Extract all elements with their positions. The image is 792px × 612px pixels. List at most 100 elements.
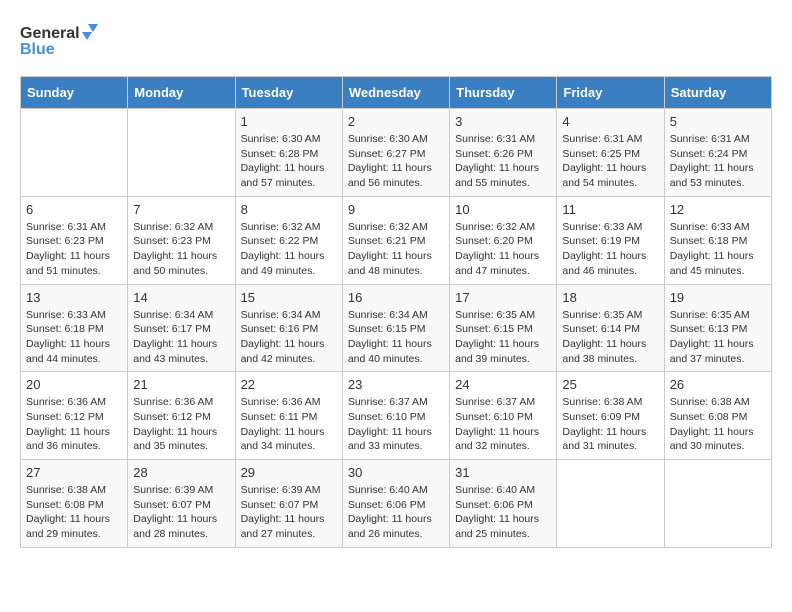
header-thursday: Thursday — [450, 77, 557, 109]
day-info: Sunrise: 6:38 AMSunset: 6:09 PMDaylight:… — [562, 395, 658, 454]
day-number: 19 — [670, 290, 766, 305]
day-info: Sunrise: 6:31 AMSunset: 6:26 PMDaylight:… — [455, 132, 551, 191]
calendar-cell: 9 Sunrise: 6:32 AMSunset: 6:21 PMDaylight… — [342, 196, 449, 284]
day-number: 9 — [348, 202, 444, 217]
calendar-cell: 30 Sunrise: 6:40 AMSunset: 6:06 PMDayligh… — [342, 460, 449, 548]
calendar-cell: 23 Sunrise: 6:37 AMSunset: 6:10 PMDayligh… — [342, 372, 449, 460]
header-friday: Friday — [557, 77, 664, 109]
calendar-cell: 10 Sunrise: 6:32 AMSunset: 6:20 PMDayligh… — [450, 196, 557, 284]
day-info: Sunrise: 6:37 AMSunset: 6:10 PMDaylight:… — [455, 395, 551, 454]
logo-svg: GeneralBlue — [20, 20, 100, 60]
day-info: Sunrise: 6:36 AMSunset: 6:12 PMDaylight:… — [26, 395, 122, 454]
header-wednesday: Wednesday — [342, 77, 449, 109]
day-number: 30 — [348, 465, 444, 480]
calendar-cell: 2 Sunrise: 6:30 AMSunset: 6:27 PMDaylight… — [342, 109, 449, 197]
header-sunday: Sunday — [21, 77, 128, 109]
calendar-cell: 29 Sunrise: 6:39 AMSunset: 6:07 PMDayligh… — [235, 460, 342, 548]
calendar-cell: 5Sunrise: 6:31 AMSunset: 6:24 PMDaylight… — [664, 109, 771, 197]
day-number: 6 — [26, 202, 122, 217]
day-info: Sunrise: 6:32 AMSunset: 6:20 PMDaylight:… — [455, 220, 551, 279]
week-row-0: 1Sunrise: 6:30 AMSunset: 6:28 PMDaylight… — [21, 109, 772, 197]
day-info: Sunrise: 6:30 AMSunset: 6:27 PMDaylight:… — [348, 132, 444, 191]
calendar-cell: 27Sunrise: 6:38 AMSunset: 6:08 PMDayligh… — [21, 460, 128, 548]
day-number: 7 — [133, 202, 229, 217]
day-info: Sunrise: 6:33 AMSunset: 6:18 PMDaylight:… — [670, 220, 766, 279]
day-info: Sunrise: 6:39 AMSunset: 6:07 PMDaylight:… — [241, 483, 337, 542]
day-number: 15 — [241, 290, 337, 305]
calendar-cell: 12 Sunrise: 6:33 AMSunset: 6:18 PMDayligh… — [664, 196, 771, 284]
day-info: Sunrise: 6:32 AMSunset: 6:22 PMDaylight:… — [241, 220, 337, 279]
calendar-cell — [128, 109, 235, 197]
day-info: Sunrise: 6:36 AMSunset: 6:12 PMDaylight:… — [133, 395, 229, 454]
calendar-cell: 25 Sunrise: 6:38 AMSunset: 6:09 PMDayligh… — [557, 372, 664, 460]
day-number: 23 — [348, 377, 444, 392]
day-number: 31 — [455, 465, 551, 480]
day-info: Sunrise: 6:32 AMSunset: 6:21 PMDaylight:… — [348, 220, 444, 279]
day-number: 14 — [133, 290, 229, 305]
day-number: 17 — [455, 290, 551, 305]
day-number: 10 — [455, 202, 551, 217]
calendar-cell: 20 Sunrise: 6:36 AMSunset: 6:12 PMDayligh… — [21, 372, 128, 460]
week-row-3: 20 Sunrise: 6:36 AMSunset: 6:12 PMDayligh… — [21, 372, 772, 460]
calendar-cell: 13 Sunrise: 6:33 AMSunset: 6:18 PMDayligh… — [21, 284, 128, 372]
calendar-cell: 11Sunrise: 6:33 AMSunset: 6:19 PMDayligh… — [557, 196, 664, 284]
day-number: 2 — [348, 114, 444, 129]
logo: GeneralBlue — [20, 20, 100, 60]
calendar-cell: 15 Sunrise: 6:34 AMSunset: 6:16 PMDayligh… — [235, 284, 342, 372]
day-info: Sunrise: 6:33 AMSunset: 6:18 PMDaylight:… — [26, 308, 122, 367]
svg-text:Blue: Blue — [20, 41, 55, 58]
day-number: 29 — [241, 465, 337, 480]
day-info: Sunrise: 6:35 AMSunset: 6:14 PMDaylight:… — [562, 308, 658, 367]
day-number: 18 — [562, 290, 658, 305]
day-info: Sunrise: 6:31 AMSunset: 6:25 PMDaylight:… — [562, 132, 658, 191]
day-info: Sunrise: 6:32 AMSunset: 6:23 PMDaylight:… — [133, 220, 229, 279]
day-number: 24 — [455, 377, 551, 392]
day-info: Sunrise: 6:40 AMSunset: 6:06 PMDaylight:… — [348, 483, 444, 542]
calendar-cell: 26 Sunrise: 6:38 AMSunset: 6:08 PMDayligh… — [664, 372, 771, 460]
header-monday: Monday — [128, 77, 235, 109]
day-number: 27 — [26, 465, 122, 480]
day-number: 26 — [670, 377, 766, 392]
day-number: 8 — [241, 202, 337, 217]
day-info: Sunrise: 6:35 AMSunset: 6:13 PMDaylight:… — [670, 308, 766, 367]
calendar-cell — [557, 460, 664, 548]
day-info: Sunrise: 6:31 AMSunset: 6:23 PMDaylight:… — [26, 220, 122, 279]
calendar-cell: 17 Sunrise: 6:35 AMSunset: 6:15 PMDayligh… — [450, 284, 557, 372]
calendar-table: SundayMondayTuesdayWednesdayThursdayFrid… — [20, 76, 772, 548]
day-number: 25 — [562, 377, 658, 392]
day-info: Sunrise: 6:34 AMSunset: 6:16 PMDaylight:… — [241, 308, 337, 367]
day-info: Sunrise: 6:39 AMSunset: 6:07 PMDaylight:… — [133, 483, 229, 542]
calendar-cell: 21 Sunrise: 6:36 AMSunset: 6:12 PMDayligh… — [128, 372, 235, 460]
week-row-4: 27Sunrise: 6:38 AMSunset: 6:08 PMDayligh… — [21, 460, 772, 548]
day-info: Sunrise: 6:34 AMSunset: 6:17 PMDaylight:… — [133, 308, 229, 367]
header-tuesday: Tuesday — [235, 77, 342, 109]
calendar-cell — [21, 109, 128, 197]
calendar-cell: 16Sunrise: 6:34 AMSunset: 6:15 PMDayligh… — [342, 284, 449, 372]
day-number: 4 — [562, 114, 658, 129]
day-info: Sunrise: 6:37 AMSunset: 6:10 PMDaylight:… — [348, 395, 444, 454]
calendar-cell: 24 Sunrise: 6:37 AMSunset: 6:10 PMDayligh… — [450, 372, 557, 460]
day-number: 16 — [348, 290, 444, 305]
day-number: 22 — [241, 377, 337, 392]
week-row-2: 13 Sunrise: 6:33 AMSunset: 6:18 PMDayligh… — [21, 284, 772, 372]
calendar-cell: 19 Sunrise: 6:35 AMSunset: 6:13 PMDayligh… — [664, 284, 771, 372]
header-saturday: Saturday — [664, 77, 771, 109]
day-number: 12 — [670, 202, 766, 217]
calendar-cell: 3Sunrise: 6:31 AMSunset: 6:26 PMDaylight… — [450, 109, 557, 197]
calendar-cell — [664, 460, 771, 548]
day-info: Sunrise: 6:40 AMSunset: 6:06 PMDaylight:… — [455, 483, 551, 542]
day-info: Sunrise: 6:30 AMSunset: 6:28 PMDaylight:… — [241, 132, 337, 191]
page-header: GeneralBlue — [20, 20, 772, 60]
day-info: Sunrise: 6:38 AMSunset: 6:08 PMDaylight:… — [670, 395, 766, 454]
day-number: 28 — [133, 465, 229, 480]
calendar-cell: 4 Sunrise: 6:31 AMSunset: 6:25 PMDaylight… — [557, 109, 664, 197]
calendar-cell: 1Sunrise: 6:30 AMSunset: 6:28 PMDaylight… — [235, 109, 342, 197]
week-row-1: 6 Sunrise: 6:31 AMSunset: 6:23 PMDaylight… — [21, 196, 772, 284]
day-number: 21 — [133, 377, 229, 392]
svg-text:General: General — [20, 25, 80, 42]
day-number: 13 — [26, 290, 122, 305]
calendar-cell: 28 Sunrise: 6:39 AMSunset: 6:07 PMDayligh… — [128, 460, 235, 548]
day-info: Sunrise: 6:35 AMSunset: 6:15 PMDaylight:… — [455, 308, 551, 367]
day-number: 20 — [26, 377, 122, 392]
calendar-cell: 14 Sunrise: 6:34 AMSunset: 6:17 PMDayligh… — [128, 284, 235, 372]
